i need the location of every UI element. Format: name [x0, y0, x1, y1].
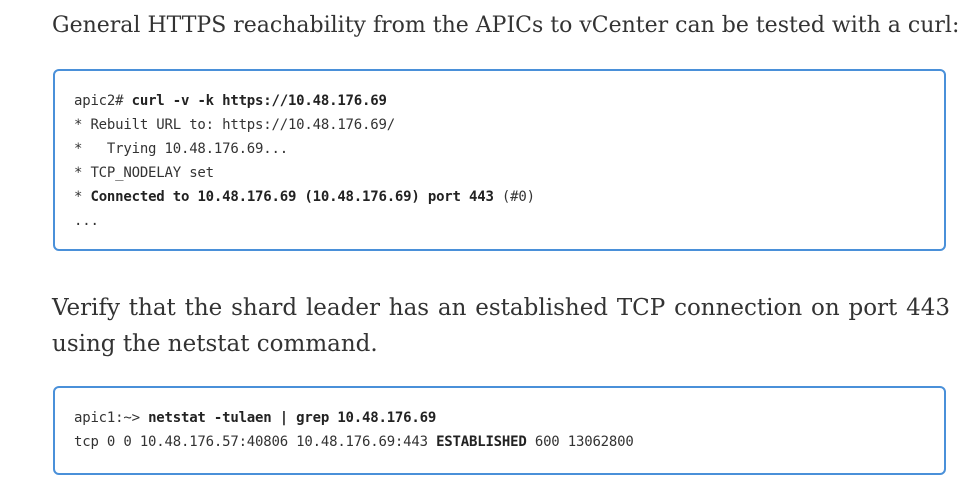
netstat-command: netstat -tulaen | grep 10.48.176.69 — [148, 410, 437, 426]
intro-paragraph: General HTTPS reachability from the APIC… — [52, 13, 960, 38]
shell-prompt: apic1:~> — [74, 410, 149, 426]
established-state: ESTABLISHED — [436, 434, 527, 450]
code-line-command: apic1:~> netstat -tulaen | grep 10.48.17… — [74, 406, 944, 430]
code-line-command: apic2# curl -v -k https://10.48.176.69 — [74, 89, 944, 113]
output-suffix: (#0) — [493, 189, 535, 205]
code-line-output: tcp 0 0 10.48.176.57:40806 10.48.176.69:… — [74, 430, 944, 454]
shell-prompt: apic2# — [74, 93, 132, 109]
curl-code-block: apic2# curl -v -k https://10.48.176.69 *… — [53, 69, 946, 251]
connected-message: Connected to 10.48.176.69 (10.48.176.69)… — [90, 189, 494, 205]
code-line-output: * Rebuilt URL to: https://10.48.176.69/ — [74, 117, 395, 133]
code-line-output: * TCP_NODELAY set — [74, 165, 214, 181]
output-prefix: tcp 0 0 10.48.176.57:40806 10.48.176.69:… — [74, 434, 437, 450]
code-line-ellipsis: ... — [74, 213, 99, 229]
verify-paragraph: Verify that the shard leader has an esta… — [52, 295, 950, 357]
curl-command: curl -v -k https://10.48.176.69 — [131, 93, 387, 109]
code-line-output: * Trying 10.48.176.69... — [74, 141, 288, 157]
output-prefix: * — [74, 189, 91, 205]
code-line-output: * Connected to 10.48.176.69 (10.48.176.6… — [74, 185, 944, 209]
output-suffix: 600 13062800 — [526, 434, 634, 450]
netstat-code-block: apic1:~> netstat -tulaen | grep 10.48.17… — [53, 386, 946, 475]
